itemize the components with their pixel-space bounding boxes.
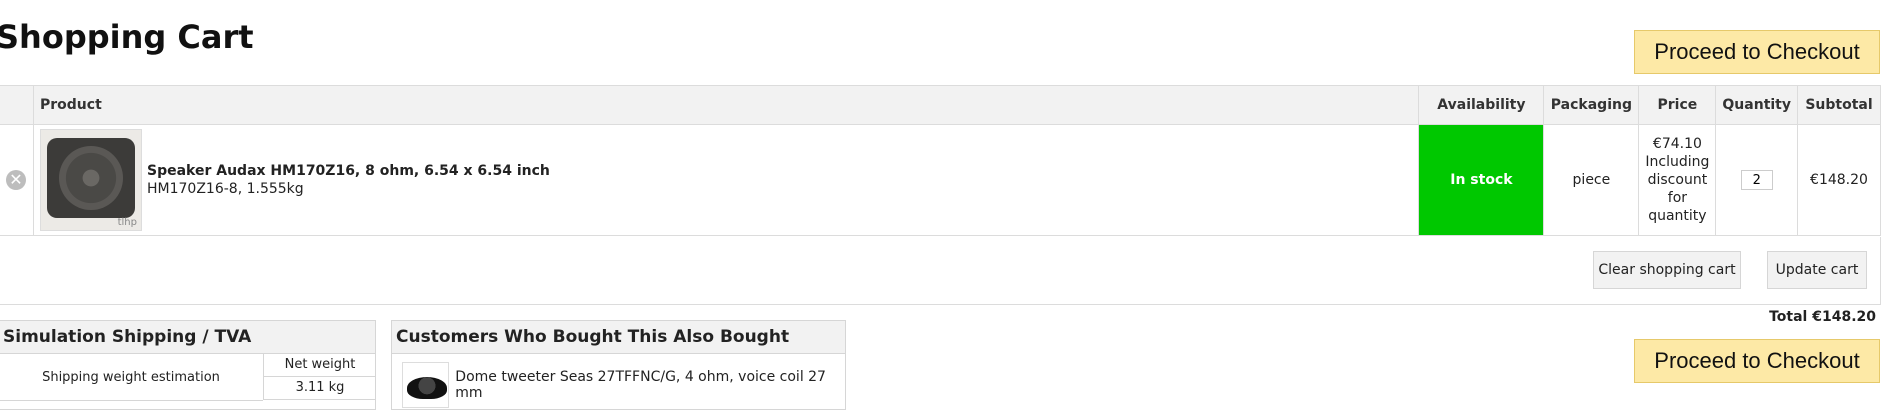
remove-item-icon[interactable]: ✕ bbox=[6, 170, 26, 190]
net-weight-header: Net weight bbox=[264, 354, 376, 377]
cart-actions-bar: Clear shopping cart Update cart bbox=[0, 237, 1881, 305]
unit-price: €74.10 bbox=[1652, 136, 1702, 152]
also-bought-product-link[interactable]: Dome tweeter Seas 27TFFNC/G, 4 ohm, voic… bbox=[455, 369, 835, 401]
shipping-simulation-panel: Simulation Shipping / TVA Shipping weigh… bbox=[0, 320, 376, 410]
product-cell: tlhp Speaker Audax HM170Z16, 8 ohm, 6.54… bbox=[32, 124, 1420, 236]
table-row: ✕ tlhp Speaker Audax HM170Z16, 8 ohm, 6.… bbox=[0, 124, 1881, 236]
cart-total: Total €148.20 bbox=[1769, 309, 1876, 325]
packaging-cell: piece bbox=[1543, 124, 1640, 236]
remove-cell: ✕ bbox=[0, 124, 34, 236]
price-note: Including discount for quantity bbox=[1645, 154, 1710, 224]
product-name-link[interactable]: Speaker Audax HM170Z16, 8 ohm, 6.54 x 6.… bbox=[147, 163, 550, 179]
quantity-cell bbox=[1715, 124, 1798, 236]
total-value: €148.20 bbox=[1812, 309, 1876, 325]
price-cell: €74.10 Including discount for quantity bbox=[1638, 124, 1717, 236]
proceed-to-checkout-button-bottom[interactable]: Proceed to Checkout bbox=[1634, 339, 1880, 383]
subtotal-column-header: Subtotal bbox=[1797, 85, 1881, 125]
clear-cart-button[interactable]: Clear shopping cart bbox=[1593, 251, 1741, 289]
product-image[interactable]: tlhp bbox=[40, 129, 142, 231]
list-item[interactable]: Dome tweeter Seas 27TFFNC/G, 4 ohm, voic… bbox=[392, 354, 845, 416]
shipping-panel-title: Simulation Shipping / TVA bbox=[0, 321, 375, 354]
product-detail: HM170Z16-8, 1.555kg bbox=[147, 181, 304, 197]
availability-status: In stock bbox=[1418, 124, 1545, 236]
quantity-input[interactable] bbox=[1740, 170, 1773, 190]
also-bought-panel: Customers Who Bought This Also Bought Do… bbox=[391, 320, 846, 410]
availability-column-header: Availability bbox=[1418, 85, 1545, 125]
page-title: Shopping Cart bbox=[0, 18, 254, 56]
product-image-brand: tlhp bbox=[117, 217, 137, 228]
update-cart-button[interactable]: Update cart bbox=[1767, 251, 1867, 289]
total-label: Total bbox=[1769, 309, 1808, 325]
also-bought-title: Customers Who Bought This Also Bought bbox=[392, 321, 845, 354]
net-weight-value: 3.11 kg bbox=[264, 377, 376, 400]
proceed-to-checkout-button[interactable]: Proceed to Checkout bbox=[1634, 30, 1880, 74]
cart-table: Product Availability Packaging Price Qua… bbox=[0, 85, 1881, 236]
cart-header-row: Product Availability Packaging Price Qua… bbox=[0, 85, 1881, 125]
product-column-header: Product bbox=[32, 85, 1420, 125]
shipping-weight-label: Shipping weight estimation bbox=[0, 354, 264, 400]
remove-column-header bbox=[0, 85, 34, 125]
tweeter-thumbnail[interactable] bbox=[402, 362, 450, 408]
packaging-column-header: Packaging bbox=[1543, 85, 1640, 125]
quantity-column-header: Quantity bbox=[1715, 85, 1798, 125]
subtotal-cell: €148.20 bbox=[1797, 124, 1881, 236]
price-column-header: Price bbox=[1638, 85, 1717, 125]
